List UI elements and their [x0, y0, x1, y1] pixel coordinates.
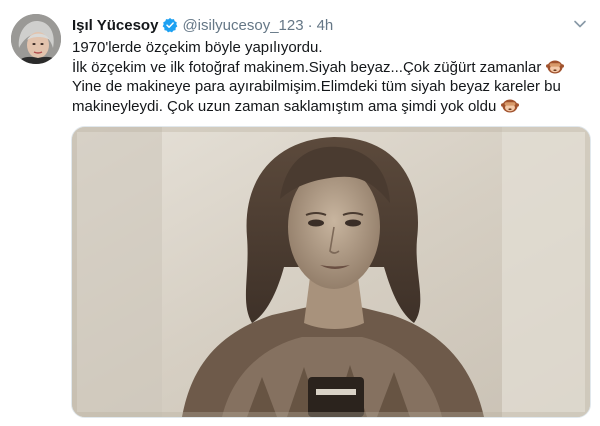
separator-dot: · — [307, 16, 313, 34]
handle[interactable]: @isilyucesoy_123 — [182, 17, 303, 34]
verified-badge-icon — [163, 18, 178, 33]
tweet-text-line: makineyleydi. Çok uzun zaman saklamıştım… — [72, 97, 592, 117]
tweet-text-line: İlk özçekim ve ilk fotoğraf makinem.Siya… — [72, 58, 592, 78]
display-name[interactable]: Işıl Yücesoy — [72, 17, 158, 34]
tweet-photo[interactable] — [71, 126, 591, 418]
see-no-evil-monkey-icon — [501, 99, 520, 112]
tweet-text-line: 1970'lerde özçekim böyle yapılıyordu. — [72, 38, 592, 58]
tweet-text-line-4: makineyleydi. Çok uzun zaman saklamıştım… — [72, 97, 497, 115]
see-no-evil-monkey-icon — [546, 60, 565, 73]
vintage-portrait-photo — [72, 127, 590, 417]
timestamp[interactable]: 4h — [317, 17, 334, 34]
tweet-text: 1970'lerde özçekim böyle yapılıyordu. İl… — [72, 38, 592, 116]
tweet-text-line-2: İlk özçekim ve ilk fotoğraf makinem.Siya… — [72, 58, 542, 76]
avatar[interactable] — [11, 14, 61, 64]
tweet-text-line-1: 1970'lerde özçekim böyle yapılıyordu. — [72, 39, 323, 56]
avatar-image — [11, 14, 61, 64]
tweet-text-line-3: Yine de makineye para ayırabilmişim.Elim… — [72, 78, 561, 95]
tweet-header: Işıl Yücesoy @isilyucesoy_123 · 4h — [72, 14, 333, 36]
tweet[interactable]: Işıl Yücesoy @isilyucesoy_123 · 4h 1970'… — [0, 0, 600, 426]
chevron-down-icon[interactable] — [572, 16, 588, 32]
tweet-text-line: Yine de makineye para ayırabilmişim.Elim… — [72, 77, 592, 97]
